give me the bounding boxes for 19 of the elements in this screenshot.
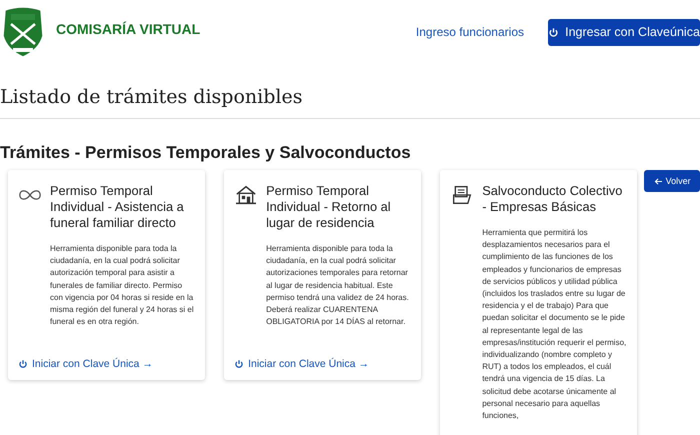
card-title: Salvoconducto Colectivo - Empresas Básicas xyxy=(482,183,624,215)
card-description: Herramienta que permitirá los desplazamientos necesarios para el cumplimiento de las funciones de los empleados y funcionarios de empresas de servicios públicos y utilidad pública (incluidos los traslados entre su lugar de residencia y el de trabajo) Para que puedan solicitar el documento se le pide al representante legal de las empresas/institución requerir el permiso, individualizando (nombre completo y RUT) a todos los empleados, el cuál tendrá una vigencia de 15 días. La solicitud debe acotarse únicamente al personal necesario para aquellas funciones, xyxy=(482,227,628,422)
staff-login-link[interactable]: Ingreso funcionarios xyxy=(416,25,524,39)
section-heading: Trámites - Permisos Temporales y Salvoconductos xyxy=(0,143,412,163)
site-title: COMISARÍA VIRTUAL xyxy=(56,21,200,37)
power-icon xyxy=(548,26,560,38)
start-login-link[interactable]: Iniciar con Clave Única → xyxy=(18,358,196,370)
login-button[interactable]: Ingresar con Claveúnica xyxy=(548,18,700,46)
power-icon xyxy=(18,359,28,370)
house-icon xyxy=(234,185,258,205)
power-icon xyxy=(234,359,244,370)
card-description: Herramienta disponible para toda la ciudadanía, en la cual podrá solicitar autorización temporal para asistir a funerales de familiar directo. Permiso con vigencia por 04 horas si reside en la misma región del funeral y 24 horas si el funeral es en otra región. xyxy=(50,243,195,328)
back-button[interactable]: Volver xyxy=(644,170,700,192)
start-login-link[interactable]: Iniciar con Clave Única → xyxy=(234,358,412,370)
card-title: Permiso Temporal Individual - Retorno al lugar de residencia xyxy=(266,183,392,231)
page-title: Listado de trámites disponibles xyxy=(0,86,304,108)
card-description: Herramienta disponible para toda la ciudadanía, en la cual podrá solicitar autorizaciones temporales para retornar al lugar de residencia habitual. Este permiso tendrá una validez de 24 horas. Deberá realizar CUARENTENA OBLIGATORIA por 14 DÍAS al retornar. xyxy=(266,243,410,328)
card-title: Permiso Temporal Individual - Asistencia a funeral familiar directo xyxy=(50,183,185,231)
left-arrow-icon xyxy=(654,178,663,184)
